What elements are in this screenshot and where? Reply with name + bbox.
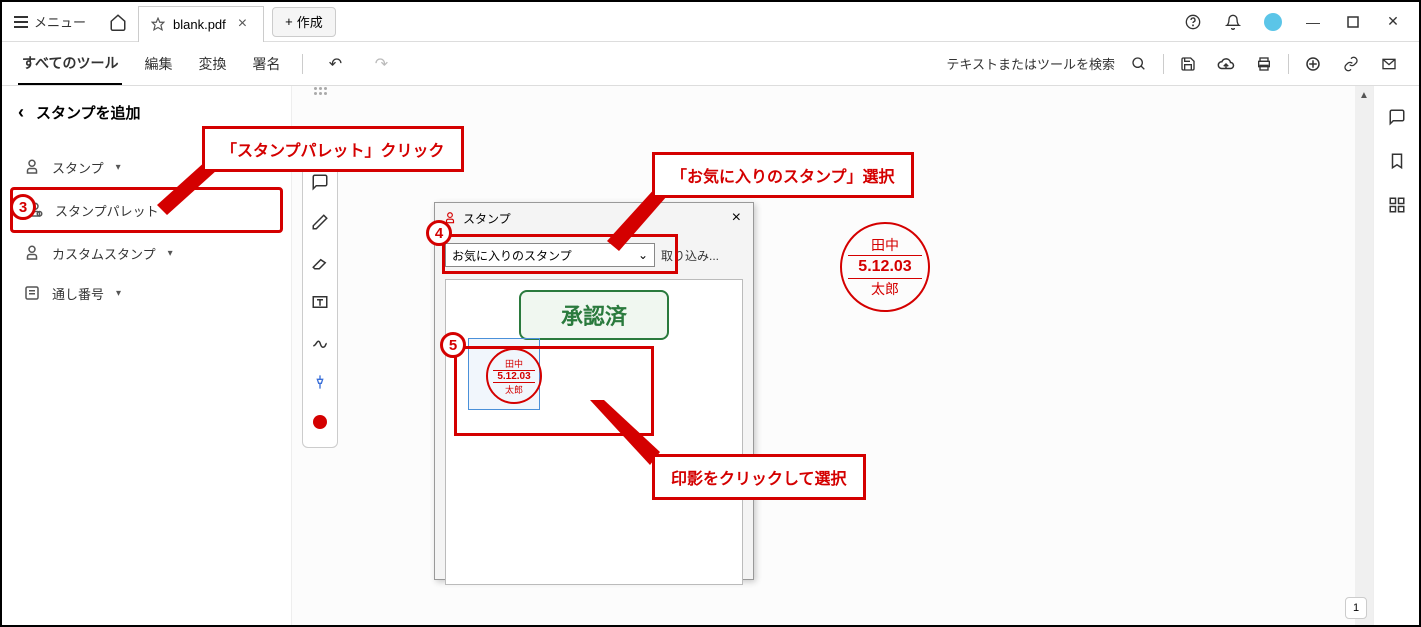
select-value: お気に入りのスタンプ (452, 247, 572, 264)
red-dot-icon (313, 415, 327, 429)
document-tab[interactable]: blank.pdf × (138, 6, 264, 42)
create-label: 作成 (297, 12, 323, 31)
dialog-close-button[interactable]: × (728, 209, 745, 227)
chevron-down-icon: ▾ (116, 288, 121, 299)
search-button[interactable] (1125, 50, 1153, 78)
help-icon (1185, 14, 1201, 30)
title-bar: メニュー blank.pdf × + 作成 — ✕ (2, 2, 1419, 42)
step-number-4: 4 (426, 220, 452, 246)
step-number-5: 5 (440, 332, 466, 358)
right-rail (1373, 86, 1419, 625)
sign-tool[interactable] (309, 331, 331, 353)
item-label: スタンプパレット (55, 201, 159, 220)
menu-button[interactable]: メニュー (2, 2, 98, 41)
hanko-top: 田中 (871, 235, 899, 255)
mail-button[interactable] (1375, 50, 1403, 78)
stamp-palette-dialog: スタンプ × お気に入りのスタンプ ⌄ 取り込み... 承認済 田中 5.12.… (434, 202, 754, 580)
minimize-button[interactable]: — (1295, 4, 1331, 40)
cloud-button[interactable] (1212, 50, 1240, 78)
pencil-tool[interactable] (309, 211, 331, 233)
step-number-3: 3 (10, 194, 36, 220)
callout-1: 「スタンプパレット」クリック (202, 126, 464, 172)
callout-arrow-3 (590, 400, 660, 465)
sparkle-icon (1304, 55, 1322, 73)
search-label: テキストまたはツールを検索 (946, 54, 1115, 73)
pin-tool[interactable] (309, 371, 331, 393)
vertical-toolbar (302, 156, 338, 448)
panel-item-serial-number[interactable]: 通し番号 ▾ (10, 273, 283, 313)
rail-grid-button[interactable] (1386, 194, 1408, 216)
panel-title: スタンプを追加 (36, 102, 141, 123)
home-button[interactable] (98, 2, 138, 42)
hanko-bottom: 太郎 (505, 383, 523, 396)
print-icon (1256, 56, 1272, 72)
hanko-date: 5.12.03 (493, 370, 534, 383)
tab-convert[interactable]: 変換 (194, 44, 230, 84)
page-number-badge[interactable]: 1 (1345, 597, 1367, 619)
redo-button[interactable]: ↷ (367, 50, 395, 78)
serial-icon (22, 283, 42, 303)
save-button[interactable] (1174, 50, 1202, 78)
callout-2: 「お気に入りのスタンプ」選択 (652, 152, 914, 198)
star-icon (151, 17, 165, 31)
chevron-down-icon: ▾ (168, 248, 173, 259)
color-tool[interactable] (309, 411, 331, 433)
scroll-up[interactable]: ▲ (1359, 90, 1369, 101)
notification-button[interactable] (1215, 4, 1251, 40)
import-button[interactable]: 取り込み... (661, 247, 719, 264)
create-button[interactable]: + 作成 (272, 7, 336, 37)
tab-close-button[interactable]: × (234, 15, 251, 33)
rail-comment-button[interactable] (1386, 106, 1408, 128)
account-avatar[interactable] (1255, 4, 1291, 40)
hanko-stamp-item[interactable]: 田中 5.12.03 太郎 (486, 348, 542, 404)
search-icon (1131, 56, 1147, 72)
toolbar-grip[interactable] (306, 86, 334, 96)
approved-stamp-item[interactable]: 承認済 (519, 290, 669, 340)
dialog-title: スタンプ (463, 210, 511, 227)
hanko-top: 田中 (505, 357, 523, 370)
tab-sign[interactable]: 署名 (248, 44, 284, 84)
mail-icon (1381, 56, 1397, 72)
eraser-tool[interactable] (309, 251, 331, 273)
link-button[interactable] (1337, 50, 1365, 78)
back-button[interactable]: ‹ (18, 102, 24, 123)
menu-label: メニュー (34, 12, 86, 31)
main-toolbar: すべてのツール 編集 変換 署名 ↶ ↷ テキストまたはツールを検索 (2, 42, 1419, 86)
chevron-down-icon: ▾ (116, 162, 121, 173)
avatar-icon (1264, 13, 1282, 31)
print-button[interactable] (1250, 50, 1278, 78)
save-icon (1180, 56, 1196, 72)
placed-hanko-stamp[interactable]: 田中 5.12.03 太郎 (840, 222, 930, 312)
tab-all-tools[interactable]: すべてのツール (18, 43, 122, 85)
item-label: カスタムスタンプ (52, 244, 156, 263)
hanko-bottom: 太郎 (871, 279, 899, 299)
close-window-button[interactable]: ✕ (1375, 4, 1411, 40)
item-label: 通し番号 (52, 284, 104, 303)
home-icon (109, 13, 127, 31)
hamburger-icon (14, 16, 28, 28)
panel-item-stamp-palette[interactable]: スタンプパレット (10, 187, 283, 233)
undo-button[interactable]: ↶ (321, 50, 349, 78)
tab-label: blank.pdf (173, 17, 226, 32)
maximize-icon (1347, 16, 1359, 28)
cloud-icon (1217, 55, 1235, 73)
link-icon (1343, 56, 1359, 72)
hanko-date: 5.12.03 (848, 255, 921, 279)
callout-3: 印影をクリックして選択 (652, 454, 866, 500)
help-button[interactable] (1175, 4, 1211, 40)
comment-tool[interactable] (309, 171, 331, 193)
plus-icon: + (285, 14, 293, 29)
rail-bookmark-button[interactable] (1386, 150, 1408, 172)
ai-button[interactable] (1299, 50, 1327, 78)
bell-icon (1225, 14, 1241, 30)
stamp-icon (22, 157, 42, 177)
vertical-scrollbar[interactable]: ▲ ▼ (1355, 86, 1373, 625)
maximize-button[interactable] (1335, 4, 1371, 40)
custom-stamp-icon (22, 243, 42, 263)
tab-edit[interactable]: 編集 (140, 44, 176, 84)
panel-item-custom-stamp[interactable]: カスタムスタンプ ▾ (10, 233, 283, 273)
text-tool[interactable] (309, 291, 331, 313)
item-label: スタンプ (52, 158, 104, 177)
